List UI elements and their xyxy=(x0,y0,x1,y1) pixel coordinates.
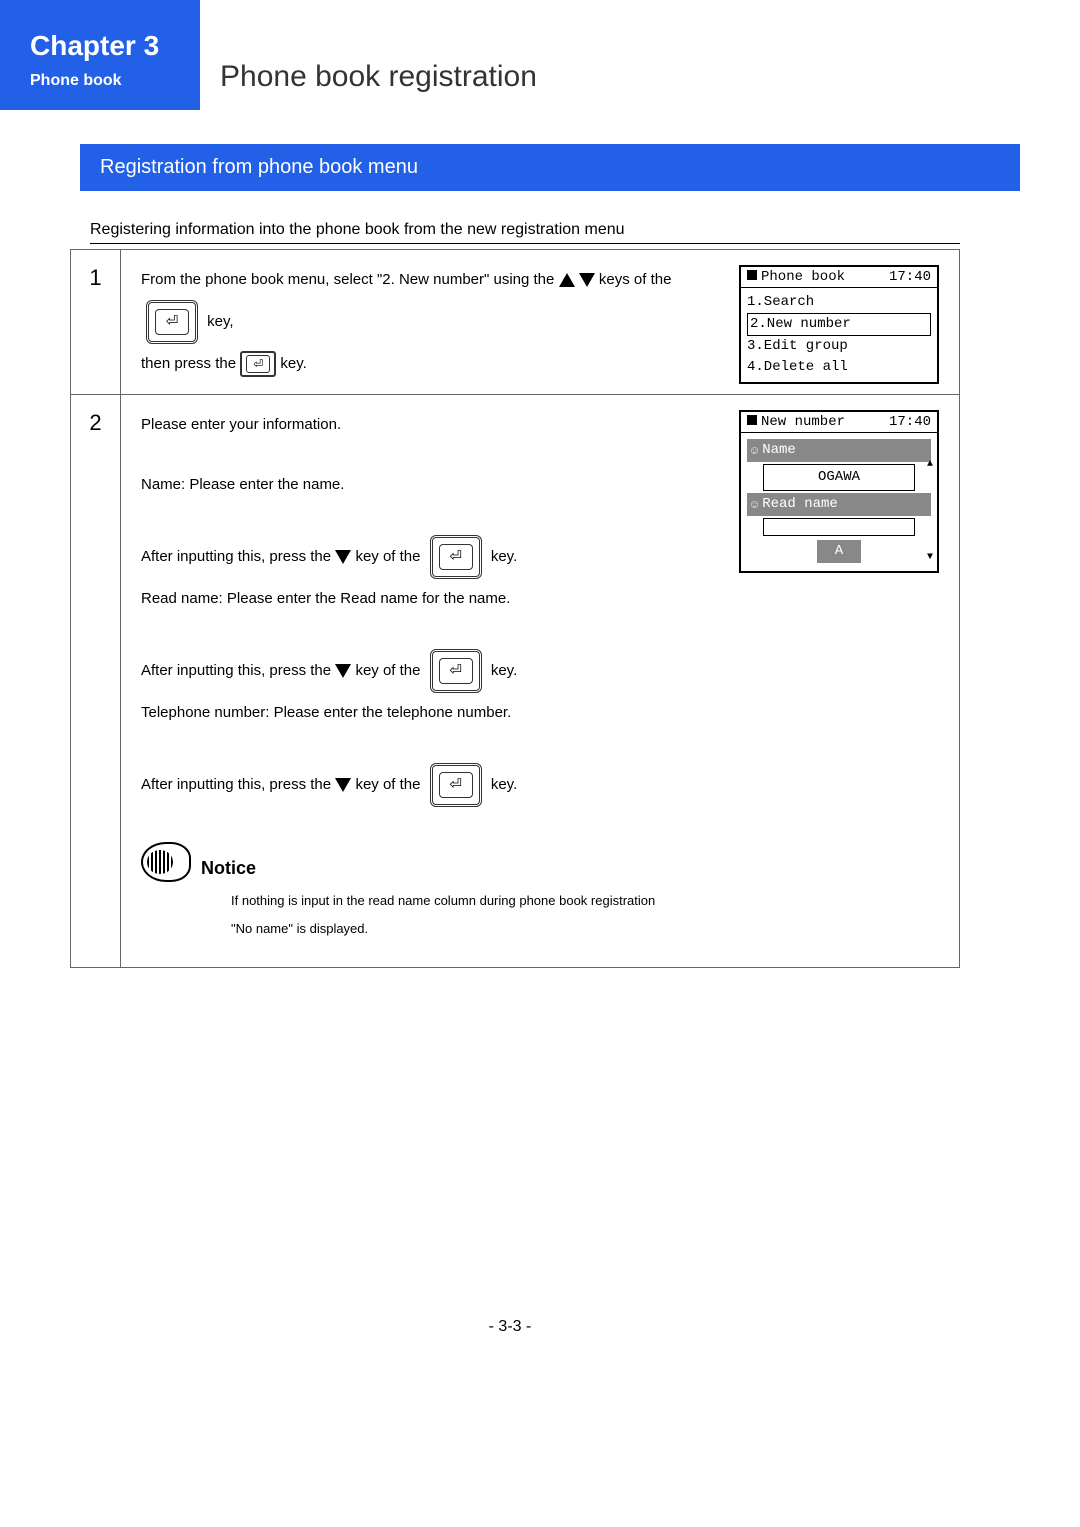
after-input-b: key of the xyxy=(355,776,424,793)
step1-text-b: keys of the xyxy=(599,271,672,288)
screen2-f1: Name xyxy=(762,440,796,461)
step2-read-label: Read name: Please enter the Read name fo… xyxy=(141,584,939,614)
nav-key-icon: ⏎ xyxy=(146,300,198,344)
screen1-item: 4.Delete all xyxy=(747,357,931,378)
after-input-a: After inputting this, press the xyxy=(141,662,331,679)
person-icon: ☺ xyxy=(751,442,758,460)
down-arrow-icon xyxy=(335,664,351,678)
screen2-title: New number xyxy=(761,414,845,430)
down-arrow-icon xyxy=(335,550,351,564)
screen2-ind: A xyxy=(817,540,861,563)
step-2: 2 Please enter your information. Name: P… xyxy=(71,394,959,967)
screen1-item: 3.Edit group xyxy=(747,336,931,357)
nav-key-icon: ⏎ xyxy=(430,649,482,693)
enter-key-icon: ⏎ xyxy=(240,351,276,377)
chapter-title: Chapter 3 xyxy=(30,30,180,62)
nav-key-icon: ⏎ xyxy=(430,535,482,579)
phone-screen-2: New number 17:40 ☺Name OGAWA ☺Read name … xyxy=(739,410,939,573)
step2-tel-label: Telephone number: Please enter the telep… xyxy=(141,698,939,728)
square-icon xyxy=(747,415,757,425)
step-content: From the phone book menu, select "2. New… xyxy=(121,250,959,394)
chapter-header: Chapter 3 Phone book xyxy=(0,0,200,110)
screen1-item-selected: 2.New number xyxy=(747,313,931,336)
up-arrow-icon xyxy=(559,273,575,287)
intro-text: Registering information into the phone b… xyxy=(90,221,960,244)
step-number: 2 xyxy=(71,395,121,967)
notice-line1: If nothing is input in the read name col… xyxy=(231,888,655,914)
after-input-b: key of the xyxy=(355,548,424,565)
screen1-item: 1.Search xyxy=(747,292,931,313)
step-content: Please enter your information. Name: Ple… xyxy=(121,395,959,967)
after-input-c: key. xyxy=(491,548,517,565)
square-icon xyxy=(747,270,757,280)
after-input-b: key of the xyxy=(355,662,424,679)
step1-then-a: then press the xyxy=(141,355,240,372)
phone-screen-1: Phone book 17:40 1.Search 2.New number 3… xyxy=(739,265,939,384)
screen2-time: 17:40 xyxy=(889,414,931,430)
screen2-v2 xyxy=(763,518,915,536)
page-number: - 3-3 - xyxy=(0,1318,1020,1336)
section-heading: Registration from phone book menu xyxy=(80,144,1020,191)
steps-table: 1 From the phone book menu, select "2. N… xyxy=(70,249,960,968)
screen1-title: Phone book xyxy=(761,269,845,285)
notice-line2: "No name" is displayed. xyxy=(231,916,655,942)
step1-key-label: key, xyxy=(207,313,233,330)
screen2-v1: OGAWA xyxy=(763,464,915,491)
notice-block: Notice If nothing is input in the read n… xyxy=(141,842,939,942)
notice-title: Notice xyxy=(201,850,655,886)
notice-icon xyxy=(141,842,191,882)
after-input-c: key. xyxy=(491,776,517,793)
after-input-a: After inputting this, press the xyxy=(141,776,331,793)
step-1: 1 From the phone book menu, select "2. N… xyxy=(71,249,959,394)
down-arrow-icon xyxy=(579,273,595,287)
chapter-subtitle: Phone book xyxy=(30,72,180,90)
nav-key-icon: ⏎ xyxy=(430,763,482,807)
screen2-f2: Read name xyxy=(762,494,838,515)
step-number: 1 xyxy=(71,250,121,394)
step1-text-a: From the phone book menu, select "2. New… xyxy=(141,271,559,288)
down-arrow-icon xyxy=(335,778,351,792)
step1-then-b: key. xyxy=(280,355,306,372)
screen1-time: 17:40 xyxy=(889,269,931,285)
scrollbar-icon: ▲▼ xyxy=(927,457,933,565)
after-input-c: key. xyxy=(491,662,517,679)
page-title: Phone book registration xyxy=(200,0,1020,114)
person-icon: ☺ xyxy=(751,496,758,514)
after-input-a: After inputting this, press the xyxy=(141,548,331,565)
